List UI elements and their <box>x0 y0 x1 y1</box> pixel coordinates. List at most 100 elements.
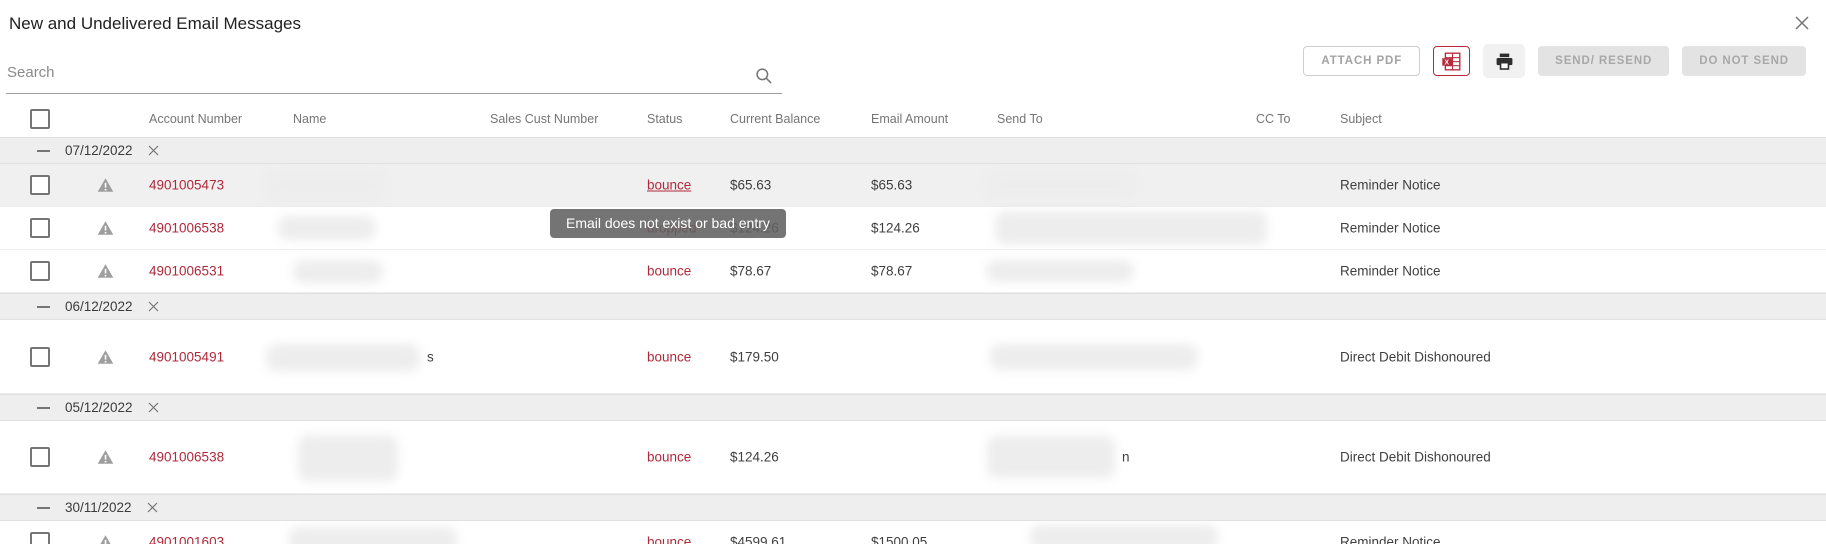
do-not-send-button[interactable]: DO NOT SEND <box>1682 46 1806 76</box>
send-to-redacted <box>986 172 1136 197</box>
export-excel-button[interactable]: X <box>1433 46 1471 76</box>
status-tooltip: Email does not exist or bad entry <box>550 209 786 238</box>
table-row[interactable]: 4901006531 bounce $78.67 $78.67 Reminder… <box>0 250 1826 293</box>
svg-text:X: X <box>1445 59 1450 66</box>
warning-icon <box>97 264 114 279</box>
group-date: 30/11/2022 <box>65 500 132 515</box>
account-number-link[interactable]: 4901005491 <box>149 349 224 364</box>
email-amount-value: $124.26 <box>871 220 920 236</box>
search-field <box>6 56 782 94</box>
status-link[interactable]: bounce <box>647 264 691 279</box>
table-row[interactable]: 4901005473 bounce $65.63 $65.63 Reminder… <box>0 164 1826 207</box>
collapse-group-icon[interactable] <box>37 149 50 152</box>
column-header-sales-cust-number: Sales Cust Number <box>490 111 599 126</box>
name-redacted <box>289 527 457 544</box>
collapse-group-icon[interactable] <box>37 305 50 308</box>
collapse-group-icon[interactable] <box>37 506 50 509</box>
table-row[interactable]: 4901006538 bounce $124.26 n Direct Debit… <box>0 421 1826 494</box>
search-icon <box>754 66 774 91</box>
dismiss-group-icon[interactable] <box>146 400 161 415</box>
subject-value: Direct Debit Dishonoured <box>1340 349 1491 364</box>
subject-value: Reminder Notice <box>1340 177 1441 193</box>
table-row[interactable]: 4901001603 bounce $4599.61 $1500.05 Remi… <box>0 521 1826 544</box>
column-header-name: Name <box>293 111 327 126</box>
subject-value: Reminder Notice <box>1340 220 1441 236</box>
row-checkbox[interactable] <box>30 261 50 281</box>
undelivered-email-dialog: New and Undelivered Email Messages ATTAC… <box>0 0 1826 544</box>
column-header-email-amount: Email Amount <box>871 111 949 126</box>
account-number-link[interactable]: 4901006538 <box>149 450 224 465</box>
account-number-link[interactable]: 4901005473 <box>149 178 224 193</box>
dismiss-group-icon[interactable] <box>145 500 160 515</box>
row-checkbox[interactable] <box>30 447 50 467</box>
current-balance-value: $65.63 <box>730 177 772 193</box>
column-header-account-number: Account Number <box>149 111 243 126</box>
status-link[interactable]: bounce <box>647 349 691 364</box>
warning-icon <box>97 450 114 465</box>
column-header-cc-to: CC To <box>1256 111 1291 126</box>
subject-value: Reminder Notice <box>1340 534 1441 544</box>
table-header: Account Number Name Sales Cust Number St… <box>0 100 1826 137</box>
account-number-link[interactable]: 4901001603 <box>149 535 224 544</box>
select-all-checkbox[interactable] <box>30 108 50 129</box>
date-group-row: 07/12/2022 <box>0 137 1826 164</box>
excel-icon: X <box>1441 51 1462 72</box>
warning-icon <box>97 178 114 193</box>
email-amount-value: $78.67 <box>871 263 913 279</box>
date-group-row: 06/12/2022 <box>0 293 1826 320</box>
current-balance-value: $4599.61 <box>730 534 787 544</box>
date-group-row: 30/11/2022 <box>0 494 1826 521</box>
print-button[interactable] <box>1483 44 1526 78</box>
send-resend-button[interactable]: SEND/ RESEND <box>1538 46 1670 76</box>
email-amount-value: $1500.05 <box>871 534 928 544</box>
date-group-row: 05/12/2022 <box>0 394 1826 421</box>
close-icon[interactable] <box>1792 13 1814 35</box>
row-checkbox[interactable] <box>30 175 50 195</box>
dismiss-group-icon[interactable] <box>146 299 161 314</box>
group-date: 07/12/2022 <box>65 143 133 158</box>
account-number-link[interactable]: 4901006531 <box>149 264 224 279</box>
search-input[interactable] <box>6 56 727 89</box>
name-redacted <box>266 171 384 200</box>
account-number-link[interactable]: 4901006538 <box>149 221 224 236</box>
email-amount-value: $65.63 <box>871 177 913 193</box>
subject-value: Direct Debit Dishonoured <box>1340 449 1491 465</box>
column-header-current-balance: Current Balance <box>730 111 821 126</box>
send-to-redacted <box>986 260 1134 282</box>
attach-pdf-button[interactable]: ATTACH PDF <box>1303 46 1421 76</box>
status-link[interactable]: bounce <box>647 450 691 465</box>
column-header-status: Status <box>647 111 683 126</box>
column-header-send-to: Send To <box>997 111 1043 126</box>
table-row[interactable]: 4901005491 s bounce $179.50 Direct Debit… <box>0 320 1826 394</box>
table-row[interactable]: 4901006538 dropped $124.26 $124.26 Remin… <box>0 207 1826 250</box>
send-to-redacted <box>1030 525 1218 544</box>
warning-icon <box>97 221 114 236</box>
name-redacted <box>266 344 420 371</box>
row-checkbox[interactable] <box>30 346 50 367</box>
group-date: 05/12/2022 <box>65 400 133 415</box>
send-to-redacted <box>990 344 1198 370</box>
status-link[interactable]: bounce <box>647 535 691 544</box>
name-redacted <box>293 260 383 283</box>
current-balance-value: $78.67 <box>730 263 772 279</box>
send-to-visible-fragment: n <box>1122 449 1130 465</box>
warning-icon <box>97 349 114 364</box>
row-checkbox[interactable] <box>30 532 50 544</box>
name-redacted <box>298 435 398 481</box>
send-to-redacted <box>987 436 1115 478</box>
dismiss-group-icon[interactable] <box>146 143 161 158</box>
name-redacted <box>278 216 376 240</box>
warning-icon <box>97 535 114 544</box>
group-date: 06/12/2022 <box>65 299 133 314</box>
name-visible-fragment: s <box>427 349 434 364</box>
subject-value: Reminder Notice <box>1340 263 1441 279</box>
status-link[interactable]: bounce <box>647 178 691 193</box>
printer-icon <box>1495 52 1514 71</box>
page-title: New and Undelivered Email Messages <box>9 14 301 33</box>
column-header-subject: Subject <box>1340 111 1382 126</box>
current-balance-value: $179.50 <box>730 349 779 364</box>
current-balance-value: $124.26 <box>730 449 779 465</box>
collapse-group-icon[interactable] <box>37 406 50 409</box>
row-checkbox[interactable] <box>30 218 50 238</box>
send-to-redacted <box>995 211 1267 245</box>
